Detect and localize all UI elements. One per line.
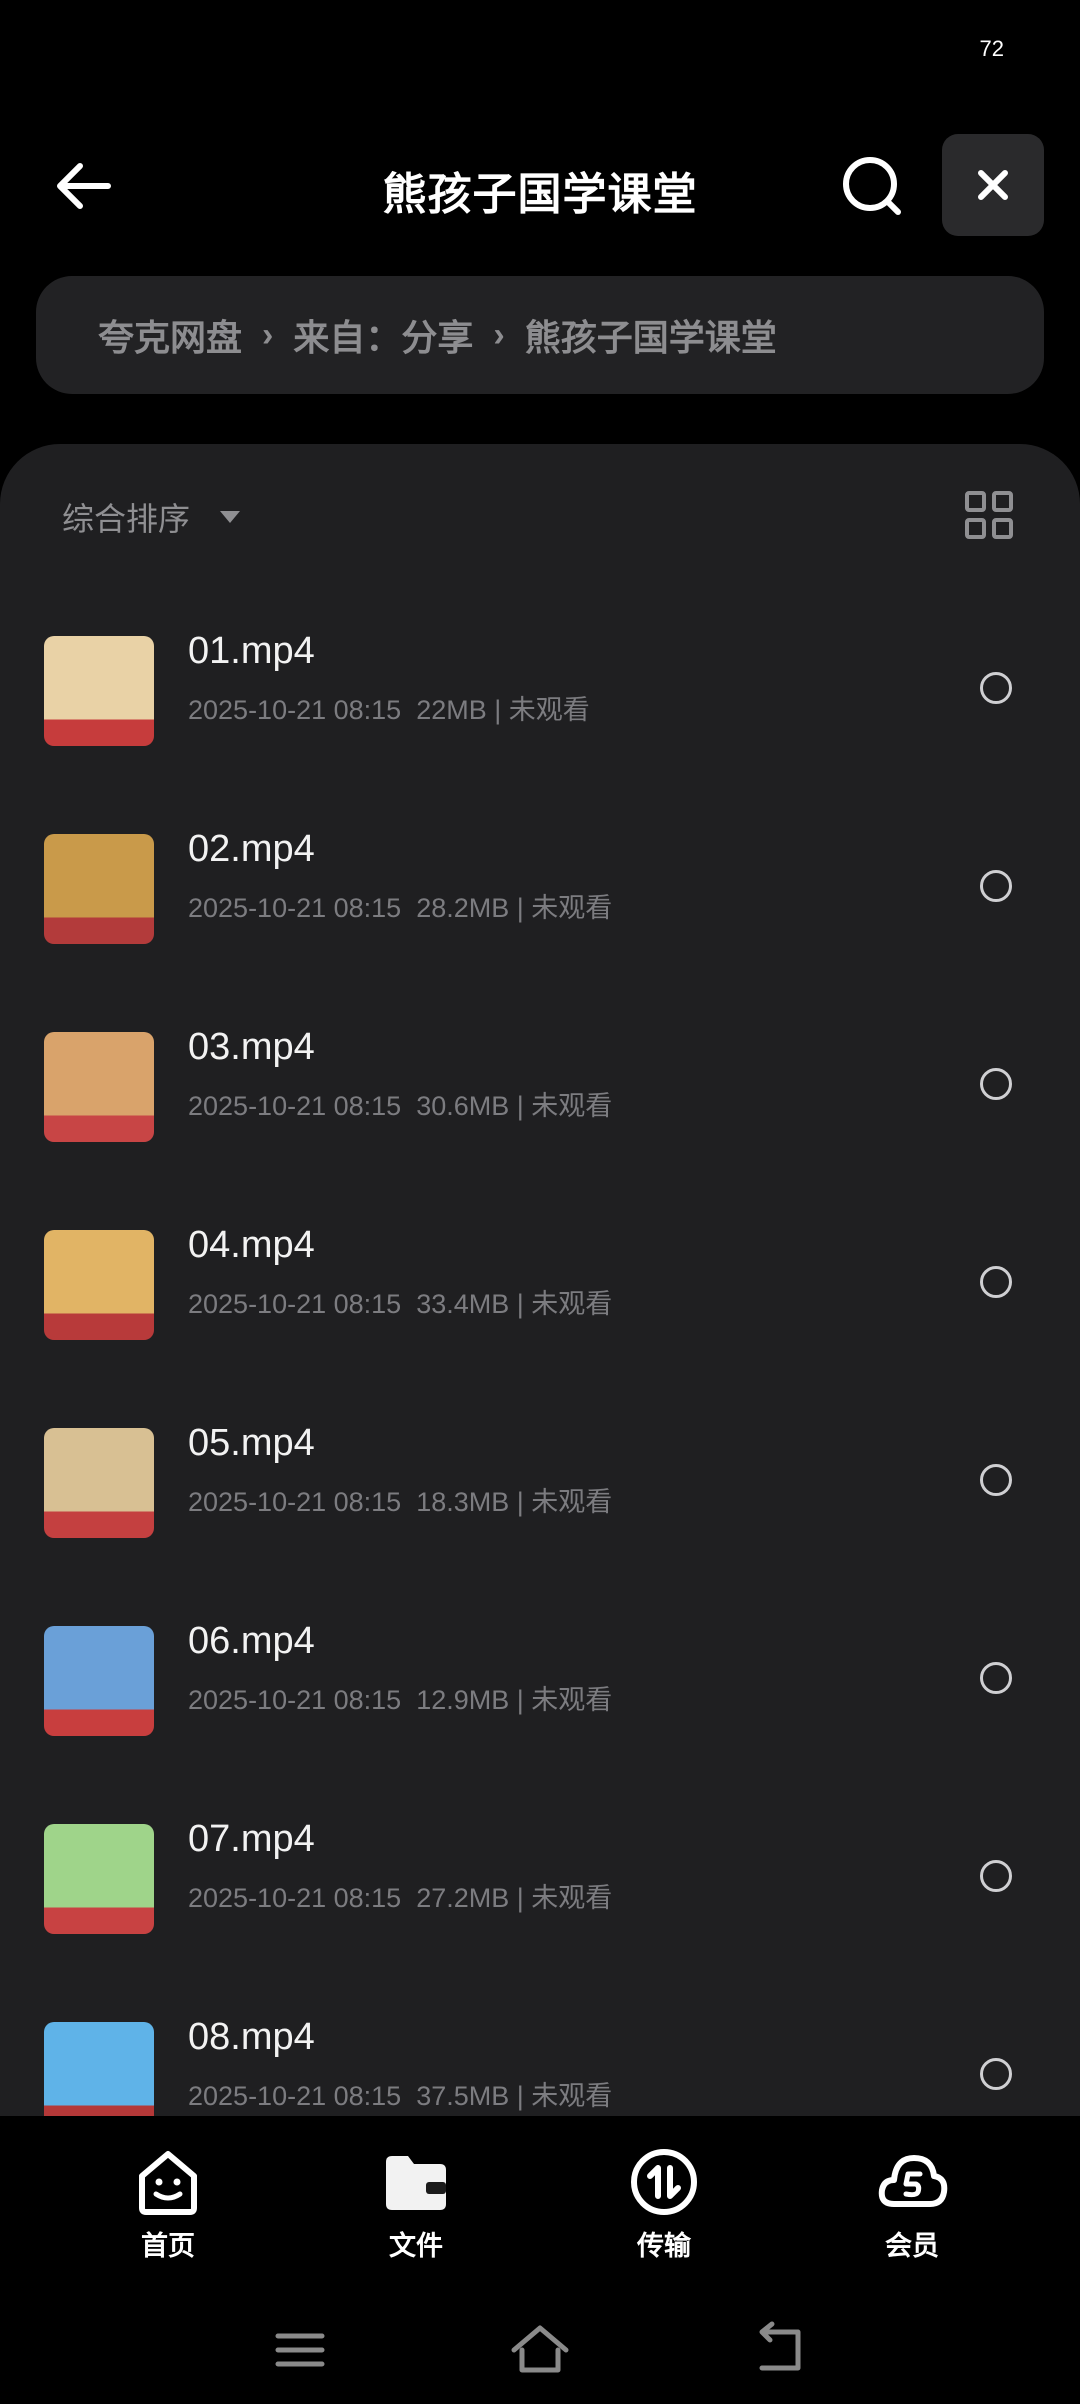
file-meta: 2025-10-21 08:15 18.3MB | 未观看 <box>188 1487 613 1517</box>
file-date: 2025-10-21 08:15 <box>188 695 402 725</box>
home-face-icon <box>139 2151 197 2215</box>
file-meta: 2025-10-21 08:15 12.9MB | 未观看 <box>188 1685 613 1715</box>
file-date: 2025-10-21 08:15 <box>188 1685 402 1715</box>
grid-view-button[interactable] <box>964 490 1014 540</box>
file-size: 28.2MB <box>416 893 510 923</box>
file-size: 18.3MB <box>416 1487 510 1517</box>
nav-label: 文件 <box>389 2231 443 2261</box>
nav-label: 首页 <box>141 2231 195 2261</box>
breadcrumb-item-current: 熊孩子国学课堂 <box>524 317 777 358</box>
file-row[interactable]: 07.mp4 2025-10-21 08:15 27.2MB | 未观看 <box>0 1782 1080 1980</box>
file-date: 2025-10-21 08:15 <box>188 2081 402 2111</box>
file-date: 2025-10-21 08:15 <box>188 1289 402 1319</box>
video-thumbnail <box>44 1428 154 1538</box>
file-name: 08.mp4 <box>188 2016 315 2058</box>
breadcrumb-item-share[interactable]: 来自：分享 <box>293 309 473 361</box>
file-date: 2025-10-21 08:15 <box>188 893 402 923</box>
file-row[interactable]: 02.mp4 2025-10-21 08:15 28.2MB | 未观看 <box>0 792 1080 990</box>
system-nav-bar <box>0 2296 1080 2404</box>
file-name: 07.mp4 <box>188 1818 315 1860</box>
caret-down-icon <box>220 511 241 523</box>
sort-label: 综合排序 <box>62 501 191 537</box>
select-radio[interactable] <box>980 1662 1012 1694</box>
nav-item-transfer[interactable]: 传输 <box>584 2146 744 2263</box>
file-row[interactable]: 06.mp4 2025-10-21 08:15 12.9MB | 未观看 <box>0 1584 1080 1782</box>
watch-status: 未观看 <box>531 1091 613 1121</box>
file-size: 37.5MB <box>416 2081 510 2111</box>
file-size: 22MB <box>416 695 487 725</box>
file-name: 03.mp4 <box>188 1026 315 1068</box>
file-name: 02.mp4 <box>188 828 315 870</box>
file-size: 12.9MB <box>416 1685 510 1715</box>
home-icon[interactable] <box>510 2320 570 2380</box>
file-meta: 2025-10-21 08:15 30.6MB | 未观看 <box>188 1091 613 1121</box>
sort-dropdown[interactable]: 综合排序 <box>62 494 241 540</box>
file-meta: 2025-10-21 08:15 37.5MB | 未观看 <box>188 2081 613 2111</box>
back-icon[interactable] <box>750 2320 810 2380</box>
watch-status: 未观看 <box>531 2081 613 2111</box>
file-meta: 2025-10-21 08:15 28.2MB | 未观看 <box>188 893 613 923</box>
watch-status: 未观看 <box>531 1289 613 1319</box>
file-meta: 2025-10-21 08:15 22MB | 未观看 <box>188 695 590 725</box>
watch-status: 未观看 <box>531 1685 613 1715</box>
select-radio[interactable] <box>980 1068 1012 1100</box>
video-thumbnail <box>44 1230 154 1340</box>
nav-item-home[interactable]: 首页 <box>88 2146 248 2263</box>
folder-icon <box>386 2156 446 2210</box>
breadcrumb-item-root[interactable]: 夸克网盘 <box>98 309 242 361</box>
battery-level: 72 <box>979 36 1004 61</box>
watch-status: 未观看 <box>531 893 613 923</box>
chevron-right-icon: › <box>262 315 274 354</box>
video-thumbnail <box>44 636 154 746</box>
nav-item-vip[interactable]: 会员 <box>832 2146 992 2263</box>
select-radio[interactable] <box>980 1266 1012 1298</box>
select-radio[interactable] <box>980 1464 1012 1496</box>
file-name: 05.mp4 <box>188 1422 315 1464</box>
file-row[interactable]: 05.mp4 2025-10-21 08:15 18.3MB | 未观看 <box>0 1386 1080 1584</box>
file-row[interactable]: 03.mp4 2025-10-21 08:15 30.6MB | 未观看 <box>0 990 1080 1188</box>
status-bar: 72 <box>0 0 1080 100</box>
close-button[interactable] <box>942 134 1044 236</box>
close-icon <box>978 170 1008 200</box>
file-panel: 综合排序 01.mp4 2025-10-21 08:15 22MB | 未观看 … <box>0 444 1080 2144</box>
file-meta: 2025-10-21 08:15 27.2MB | 未观看 <box>188 1883 613 1913</box>
video-thumbnail <box>44 834 154 944</box>
menu-icon[interactable] <box>270 2320 330 2380</box>
page-title: 熊孩子国学课堂 <box>382 170 698 219</box>
watch-status: 未观看 <box>531 1883 613 1913</box>
select-radio[interactable] <box>980 870 1012 902</box>
chevron-right-icon: › <box>493 315 505 354</box>
video-thumbnail <box>44 1032 154 1142</box>
video-thumbnail <box>44 1626 154 1736</box>
watch-status: 未观看 <box>508 695 590 725</box>
vip-cloud-icon <box>878 2155 948 2207</box>
nav-item-files[interactable]: 文件 <box>336 2146 496 2263</box>
file-meta: 2025-10-21 08:15 33.4MB | 未观看 <box>188 1289 613 1319</box>
file-size: 33.4MB <box>416 1289 510 1319</box>
file-size: 30.6MB <box>416 1091 510 1121</box>
select-radio[interactable] <box>980 672 1012 704</box>
bottom-nav: 首页 文件 传输 会员 <box>0 2116 1080 2296</box>
grid-icon <box>965 491 1013 539</box>
breadcrumb: 夸克网盘 › 来自：分享 › 熊孩子国学课堂 <box>36 276 1044 394</box>
file-name: 01.mp4 <box>188 630 315 672</box>
file-date: 2025-10-21 08:15 <box>188 1091 402 1121</box>
header: 熊孩子国学课堂 <box>0 132 1080 242</box>
search-icon <box>843 157 901 215</box>
video-thumbnail <box>44 1824 154 1934</box>
file-row[interactable]: 01.mp4 2025-10-21 08:15 22MB | 未观看 <box>0 594 1080 792</box>
search-button[interactable] <box>832 146 912 226</box>
file-date: 2025-10-21 08:15 <box>188 1883 402 1913</box>
file-name: 06.mp4 <box>188 1620 315 1662</box>
file-row[interactable]: 04.mp4 2025-10-21 08:15 33.4MB | 未观看 <box>0 1188 1080 1386</box>
file-date: 2025-10-21 08:15 <box>188 1487 402 1517</box>
file-size: 27.2MB <box>416 1883 510 1913</box>
select-radio[interactable] <box>980 2058 1012 2090</box>
select-radio[interactable] <box>980 1860 1012 1892</box>
watch-status: 未观看 <box>531 1487 613 1517</box>
file-name: 04.mp4 <box>188 1224 315 1266</box>
transfer-icon <box>631 2149 697 2215</box>
nav-label: 会员 <box>885 2231 939 2261</box>
nav-label: 传输 <box>637 2231 691 2261</box>
